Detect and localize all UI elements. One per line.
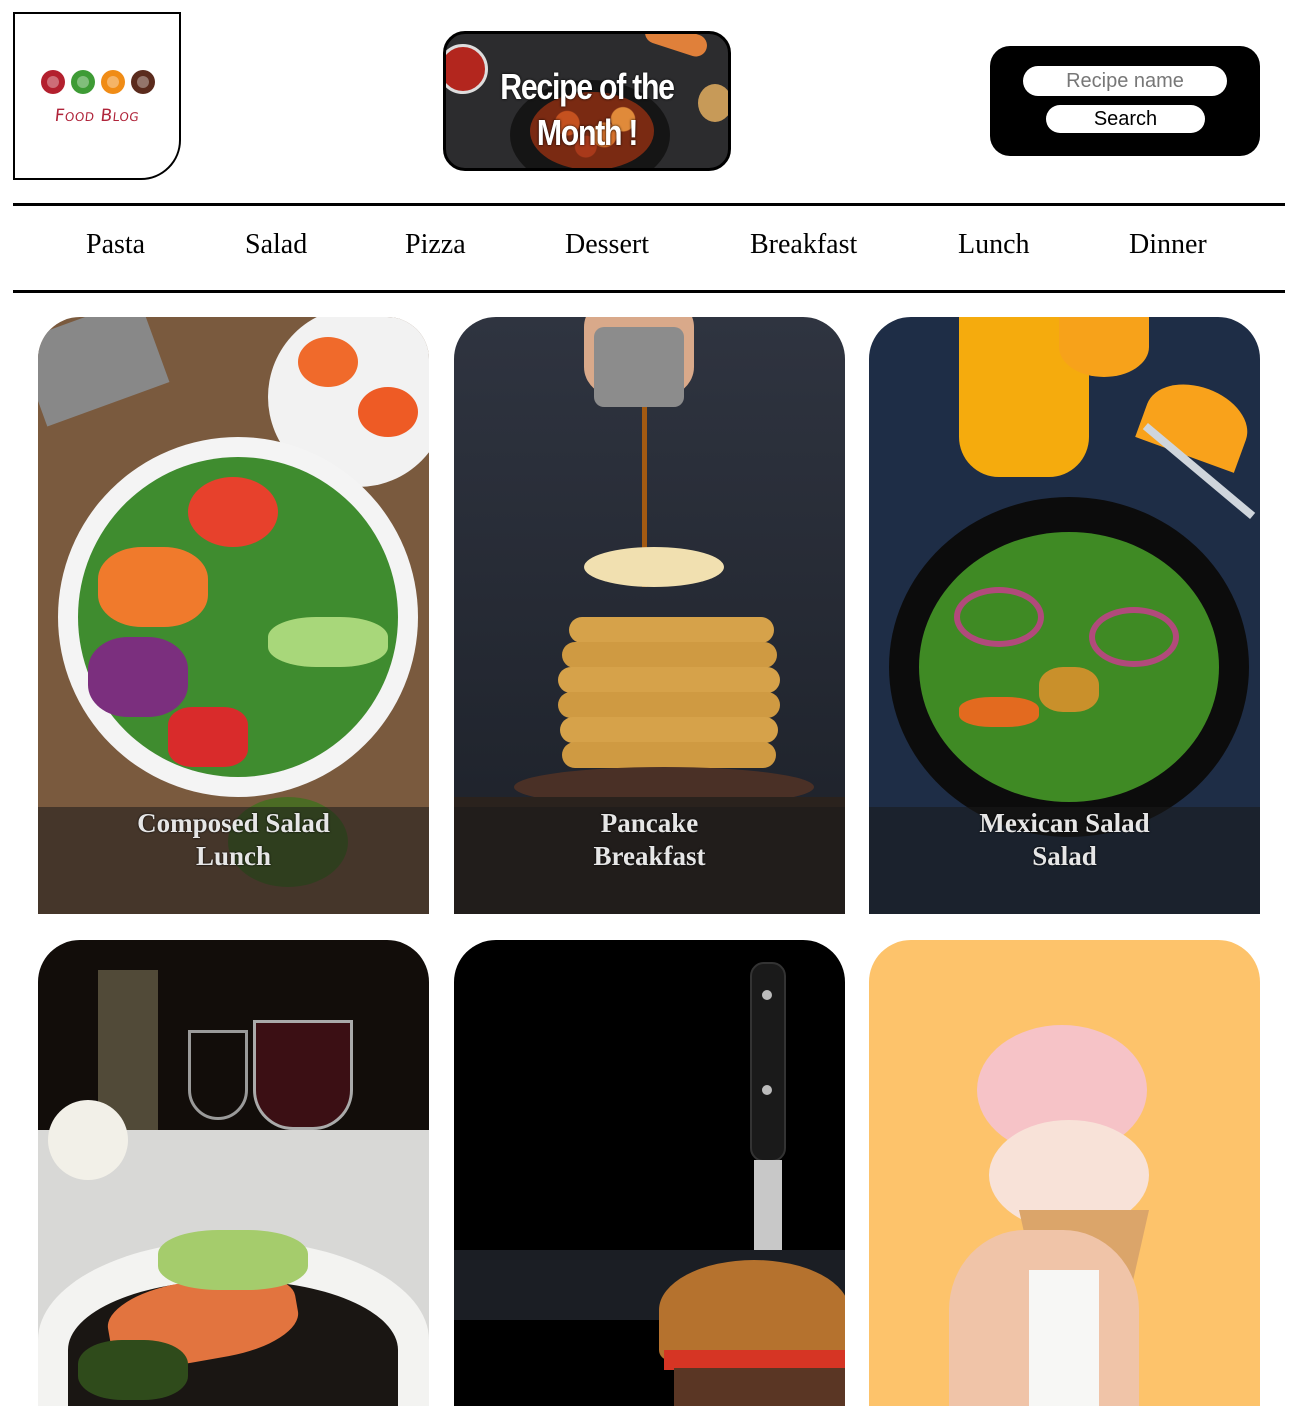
logo-dot-red xyxy=(41,70,65,94)
rotm-title-line-2: Month ! xyxy=(536,112,639,153)
card-recipe-category: Salad xyxy=(1032,841,1097,871)
rotm-title-line-1: Recipe of the xyxy=(500,66,675,107)
logo-text: Food Blog xyxy=(53,106,141,126)
logo-dot-brown xyxy=(131,70,155,94)
card-recipe-category: Lunch xyxy=(195,841,272,871)
nav-item-salad[interactable]: Salad xyxy=(245,229,307,261)
recipe-card-mexican-salad[interactable]: Mexican Salad Salad xyxy=(869,317,1260,914)
search-input[interactable] xyxy=(1023,66,1227,96)
card-caption: Composed Salad Lunch xyxy=(38,807,429,914)
nav-item-dessert[interactable]: Dessert xyxy=(565,229,649,261)
nav-item-pizza[interactable]: Pizza xyxy=(405,229,466,261)
nav-item-lunch[interactable]: Lunch xyxy=(958,229,1030,261)
recipe-card-pancake[interactable]: Pancake Breakfast xyxy=(454,317,845,914)
logo-dot-orange xyxy=(101,70,125,94)
search-button[interactable]: Search xyxy=(1046,105,1205,133)
category-nav: Pasta Salad Pizza Dessert Breakfast Lunc… xyxy=(13,207,1285,291)
card-recipe-category: Breakfast xyxy=(593,841,706,871)
card-recipe-name: Pancake xyxy=(600,808,699,838)
nav-top-divider xyxy=(13,203,1285,206)
nav-item-pasta[interactable]: Pasta xyxy=(86,229,145,261)
recipe-card-composed-salad[interactable]: Composed Salad Lunch xyxy=(38,317,429,914)
recipe-of-the-month-banner[interactable]: Recipe of the Month ! xyxy=(443,31,731,171)
search-panel: Search xyxy=(990,46,1260,156)
carrot-image xyxy=(642,34,710,60)
nav-item-breakfast[interactable]: Breakfast xyxy=(750,229,857,261)
salmon-dinner-photo xyxy=(38,940,429,1406)
card-recipe-name: Mexican Salad xyxy=(979,808,1150,838)
recipe-card-ice-cream[interactable] xyxy=(869,940,1260,1406)
burger-photo xyxy=(454,940,845,1406)
nav-bottom-divider xyxy=(13,290,1285,293)
ice-cream-photo xyxy=(869,940,1260,1406)
card-caption: Pancake Breakfast xyxy=(454,807,845,914)
logo-dot-green xyxy=(71,70,95,94)
card-caption: Mexican Salad Salad xyxy=(869,807,1260,914)
recipe-card-salmon-dinner[interactable] xyxy=(38,940,429,1406)
logo-food-icons xyxy=(41,70,155,94)
recipe-card-burger[interactable] xyxy=(454,940,845,1406)
site-logo[interactable]: Food Blog xyxy=(13,12,181,180)
nav-item-dinner[interactable]: Dinner xyxy=(1129,229,1207,261)
recipe-of-the-month-title: Recipe of the Month ! xyxy=(469,64,706,156)
card-recipe-name: Composed Salad xyxy=(137,808,330,838)
